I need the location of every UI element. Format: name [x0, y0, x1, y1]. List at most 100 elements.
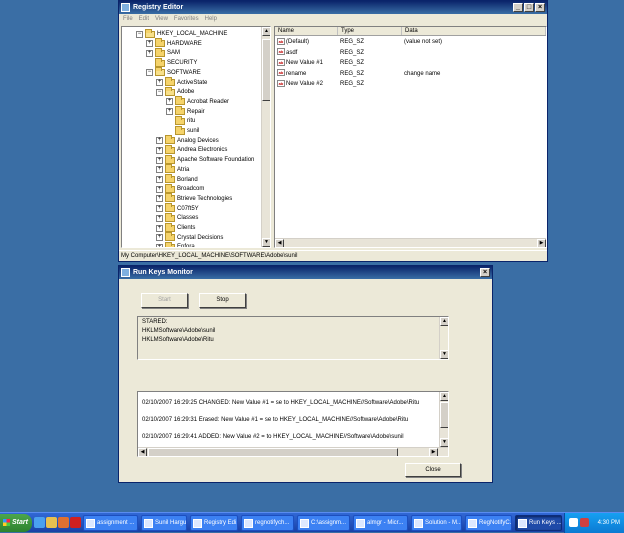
- expand-icon[interactable]: +: [166, 108, 173, 116]
- expand-icon[interactable]: +: [156, 234, 163, 242]
- column-header-data[interactable]: Data: [402, 27, 546, 35]
- expand-icon[interactable]: +: [156, 79, 163, 86]
- taskbar-button[interactable]: C:\assignm...: [297, 515, 350, 531]
- status-textbox[interactable]: STARED: HKLMSoftware\Adobe\sunil HKLMSoftw…: [137, 316, 449, 360]
- expand-icon[interactable]: +: [156, 156, 163, 164]
- tree-vertical-scrollbar[interactable]: ▲ ▼: [261, 27, 270, 247]
- tree-item[interactable]: − HKEY_LOCAL_MACHINE: [136, 28, 227, 39]
- folder-icon: [165, 203, 175, 213]
- expand-icon[interactable]: +: [156, 185, 163, 193]
- value-row[interactable]: ab New Value #2 REG_SZ: [275, 79, 532, 89]
- stop-button[interactable]: Stop: [199, 293, 246, 308]
- tree-item[interactable]: + Broadcom: [156, 183, 204, 194]
- registry-values-pane[interactable]: Name Type Data ab (Default) REG_SZ (value n…: [274, 26, 547, 248]
- minimize-button[interactable]: _: [513, 3, 523, 12]
- expand-icon[interactable]: +: [166, 98, 173, 106]
- tree-item[interactable]: + Borland: [156, 174, 198, 185]
- column-header-name[interactable]: Name: [275, 27, 338, 35]
- taskbar-button[interactable]: Run Keys ...: [515, 515, 562, 531]
- ie-quicklaunch-icon[interactable]: [34, 517, 45, 528]
- menu-file[interactable]: File: [123, 14, 133, 24]
- taskbar-button[interactable]: Registry Edi...: [190, 515, 238, 531]
- menu-view[interactable]: View: [155, 14, 168, 24]
- tree-item[interactable]: + Clients: [156, 222, 195, 233]
- status-vertical-scrollbar[interactable]: ▲ ▼: [439, 317, 448, 359]
- firefox-quicklaunch-icon[interactable]: [58, 517, 69, 528]
- close-button[interactable]: Close: [405, 463, 461, 477]
- column-header-type[interactable]: Type: [338, 27, 402, 35]
- expand-icon[interactable]: +: [156, 243, 163, 247]
- taskbar-button[interactable]: Sunil Hargu...: [141, 515, 187, 531]
- value-row[interactable]: ab New Value #1 REG_SZ: [275, 58, 532, 68]
- tree-item[interactable]: + ActiveState: [156, 77, 207, 88]
- tree-item[interactable]: + Classes: [156, 212, 198, 223]
- task-app-icon: [414, 519, 423, 528]
- taskbar-button[interactable]: assignment ...: [83, 515, 138, 531]
- security-tray-icon[interactable]: [580, 518, 589, 527]
- log-scroll-up-icon[interactable]: ▲: [440, 392, 448, 401]
- tree-item[interactable]: − SOFTWARE: [146, 67, 201, 78]
- value-row[interactable]: ab rename REG_SZ change name: [275, 69, 532, 79]
- scroll-down-arrow-icon[interactable]: ▼: [262, 238, 270, 247]
- scroll-up-arrow-icon[interactable]: ▲: [262, 27, 270, 36]
- collapse-icon[interactable]: −: [156, 88, 163, 96]
- expand-icon[interactable]: +: [146, 49, 153, 57]
- tree-item[interactable]: SECURITY: [146, 57, 197, 68]
- taskbar-button[interactable]: regnotifych...: [241, 515, 294, 531]
- tree-item[interactable]: + Atria: [156, 164, 190, 175]
- log-scroll-thumb[interactable]: [440, 402, 448, 428]
- monitor-close-button[interactable]: ×: [480, 268, 490, 277]
- network-tray-icon[interactable]: [569, 518, 578, 527]
- tree-item-label: Atria: [177, 166, 190, 173]
- expand-icon[interactable]: +: [156, 205, 163, 213]
- start-button[interactable]: Start: [141, 293, 188, 308]
- value-data: [402, 58, 532, 68]
- tree-item[interactable]: + Enfora: [156, 241, 195, 247]
- log-scroll-right-icon[interactable]: ▶: [429, 448, 438, 456]
- tree-item[interactable]: + Repair: [166, 106, 205, 117]
- expand-icon[interactable]: +: [156, 176, 163, 183]
- expand-icon[interactable]: +: [156, 195, 163, 203]
- expand-icon[interactable]: +: [156, 137, 163, 145]
- outlook-quicklaunch-icon[interactable]: [46, 517, 57, 528]
- menu-help[interactable]: Help: [205, 14, 217, 24]
- log-textbox[interactable]: 02/10/2007 16:29:25 CHANGED: New Value #…: [137, 391, 449, 457]
- folder-icon: [165, 212, 175, 222]
- expand-icon[interactable]: +: [156, 166, 163, 174]
- expand-icon[interactable]: +: [156, 224, 163, 232]
- value-row[interactable]: ab asdf REG_SZ: [275, 48, 532, 58]
- scroll-right-arrow-icon[interactable]: ▶: [537, 239, 546, 247]
- scroll-left-arrow-icon[interactable]: ◀: [275, 239, 284, 247]
- values-horizontal-scrollbar[interactable]: ◀ ▶: [275, 238, 546, 247]
- status-scroll-up-icon[interactable]: ▲: [440, 317, 448, 326]
- expand-icon[interactable]: +: [156, 214, 163, 222]
- registry-tree-pane[interactable]: − HKEY_LOCAL_MACHINE + HARDWARE + SAM SECURITY…: [121, 26, 271, 248]
- close-button[interactable]: ×: [535, 3, 545, 12]
- menu-favorites[interactable]: Favorites: [174, 14, 199, 24]
- log-hscroll-thumb[interactable]: [148, 448, 398, 456]
- status-scroll-down-icon[interactable]: ▼: [440, 350, 448, 359]
- maximize-button[interactable]: □: [524, 3, 534, 12]
- collapse-icon[interactable]: −: [146, 69, 153, 77]
- taskbar-button[interactable]: almgr - Micr...: [353, 515, 408, 531]
- menu-edit[interactable]: Edit: [139, 14, 149, 24]
- tree-scroll-thumb[interactable]: [262, 39, 270, 101]
- log-vertical-scrollbar[interactable]: ▲ ▼: [439, 392, 448, 447]
- log-scroll-down-icon[interactable]: ▼: [440, 438, 448, 447]
- value-row[interactable]: ab (Default) REG_SZ (value not set): [275, 37, 532, 47]
- expand-icon[interactable]: +: [156, 146, 163, 154]
- expand-icon[interactable]: +: [146, 40, 153, 48]
- taskbar-button[interactable]: Solution - M...: [411, 515, 462, 531]
- tree-item[interactable]: + SAM: [146, 47, 180, 58]
- clock[interactable]: 4:30 PM: [598, 513, 620, 533]
- tree-item[interactable]: + C07ft5Y: [156, 203, 199, 214]
- collapse-icon[interactable]: −: [136, 30, 143, 38]
- registry-editor-titlebar[interactable]: Registry Editor _ □ ×: [119, 1, 547, 14]
- start-menu-button[interactable]: Start: [0, 514, 32, 532]
- log-line: 02/10/2007 16:29:41 ADDED: New Value #2 …: [142, 434, 404, 440]
- run-keys-monitor-titlebar[interactable]: Run Keys Monitor ×: [119, 266, 492, 279]
- opera-quicklaunch-icon[interactable]: [70, 517, 81, 528]
- taskbar-button[interactable]: RegNotifyC...: [465, 515, 512, 531]
- log-scroll-left-icon[interactable]: ◀: [138, 448, 147, 456]
- log-horizontal-scrollbar[interactable]: ◀ ▶: [138, 447, 448, 456]
